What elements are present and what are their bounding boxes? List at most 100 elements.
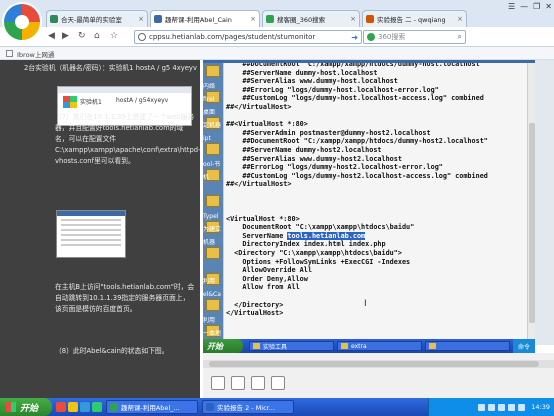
taskbar-item-label: 趣帮课-利用Abel_... bbox=[121, 404, 180, 412]
desktop-shortcut-icon[interactable] bbox=[206, 299, 220, 311]
taskbar-item-word[interactable]: 实验报告 2 - Micr... bbox=[202, 400, 294, 414]
vm-start-button[interactable]: 开始 bbox=[203, 339, 243, 353]
input-method-icon[interactable] bbox=[508, 403, 516, 411]
horizontal-scrollbar[interactable] bbox=[203, 360, 554, 368]
code-line: DirectoryIndex index.html index.php bbox=[226, 240, 386, 249]
desktop-shortcut-label: el&Ca bbox=[203, 291, 221, 298]
quicklaunch-desktop-icon[interactable] bbox=[92, 402, 102, 412]
vm-taskbar-item-tools[interactable]: 实验工具 bbox=[249, 341, 334, 351]
code-line: DocumentRoot "C:\xampp\xampp\htdocs\baid… bbox=[226, 223, 415, 232]
experiment-guide-panel: 2台实验机（机器名/密码）：实验机1 hostA / g5 4xyeyv 实验机… bbox=[0, 60, 200, 405]
tab-label: 合天-最简单的实验室 bbox=[61, 16, 122, 24]
favorite-link[interactable]: Ibrow上网通 bbox=[17, 49, 54, 59]
remote-desktop-controls bbox=[203, 353, 554, 398]
text-cursor-icon: I bbox=[364, 299, 367, 309]
browser-logo-icon[interactable] bbox=[2, 2, 42, 42]
taskbar-item-browser[interactable]: 趣帮课-利用Abel_... bbox=[106, 400, 198, 414]
address-bar[interactable]: cppsu.hetianlab.com/pages/student/stumon… bbox=[134, 30, 362, 44]
star-icon[interactable]: ☆ bbox=[110, 31, 118, 41]
security-icon[interactable] bbox=[498, 403, 506, 411]
desktop-shortcut-label: firel bbox=[203, 96, 215, 103]
favorites-bar: Ibrow上网通 bbox=[0, 47, 554, 60]
update-icon[interactable] bbox=[518, 403, 526, 411]
config-screenshot-thumbnail bbox=[56, 210, 126, 258]
home-icon[interactable]: ⌂ bbox=[94, 31, 100, 41]
remote-desktop-icon-strip: 内络 firel 桌面 定机器 ipt ool-书机 Typel 为建立 机器 利用 el&Ca 利用… bbox=[203, 63, 223, 339]
code-line: ServerName tools.hetianlab.com bbox=[226, 231, 366, 240]
remote-desktop-sidebar bbox=[535, 60, 554, 345]
start-button[interactable]: 开始 bbox=[0, 398, 52, 416]
menu-icon[interactable]: ☰ bbox=[508, 2, 515, 11]
code-line: ##ServerName dummy-host.localhost bbox=[226, 68, 378, 77]
back-arrow-icon[interactable]: ◀ bbox=[48, 31, 55, 41]
editor-scrollbar[interactable] bbox=[527, 63, 535, 339]
browser-app-icon bbox=[110, 403, 118, 411]
desktop-shortcut-icon[interactable] bbox=[206, 247, 220, 259]
keyboard-icon[interactable] bbox=[211, 376, 225, 390]
close-icon[interactable]: × bbox=[248, 15, 256, 23]
vm-taskbar: 开始 实验工具 extra 命令 bbox=[203, 339, 535, 353]
taskbar-item-label: 实验报告 2 - Micr... bbox=[217, 404, 275, 412]
quicklaunch-media-icon[interactable] bbox=[80, 402, 90, 412]
desktop-shortcut-label: 内络 bbox=[203, 83, 216, 90]
settings-icon[interactable] bbox=[271, 376, 285, 390]
close-icon[interactable]: × bbox=[455, 15, 463, 23]
tab-lab-report[interactable]: 实验报告 二 - qwqiang × bbox=[362, 10, 467, 27]
desktop-shortcut-label: ool-书 bbox=[203, 161, 221, 168]
text-editor[interactable]: ##DocumentRoot "C:/xampp/xampp/htdocs/du… bbox=[223, 63, 527, 339]
word-app-icon bbox=[206, 403, 214, 411]
selected-text[interactable]: tools.hetianlab.com bbox=[287, 231, 366, 240]
refresh-icon[interactable]: ↻ bbox=[78, 31, 86, 41]
vm-taskbar-command[interactable]: 命令 bbox=[513, 339, 535, 353]
vm-taskbar-label: extra bbox=[351, 342, 367, 350]
network-icon[interactable] bbox=[478, 403, 486, 411]
desktop-shortcut-label: 为建立 bbox=[203, 226, 222, 233]
thumbnail-credentials: hostA / g54xyeyv bbox=[116, 97, 169, 104]
vm-taskbar-label: 实验工具 bbox=[263, 343, 288, 351]
desktop-shortcut-icon[interactable] bbox=[206, 195, 220, 207]
editor-content[interactable]: ##DocumentRoot "C:/xampp/xampp/htdocs/du… bbox=[226, 63, 488, 318]
window-controls: ☰ — ❐ ✕ bbox=[508, 2, 552, 11]
code-line: ##CustomLog "logs/dummy-host.localhost-a… bbox=[226, 94, 484, 103]
fullscreen-icon[interactable] bbox=[251, 376, 265, 390]
desktop-shortcut-label: ipt bbox=[203, 135, 211, 142]
code-line: ##</VirtualHost> bbox=[226, 180, 292, 189]
thumbnail-label: 实验机1 bbox=[80, 99, 102, 106]
close-window-icon[interactable]: ✕ bbox=[545, 2, 552, 11]
search-box[interactable]: 360搜索 ⌕ bbox=[363, 30, 466, 44]
desktop-shortcut-label: 利用 bbox=[203, 278, 216, 285]
close-icon[interactable]: × bbox=[348, 15, 356, 23]
desktop-shortcut-icon[interactable] bbox=[206, 65, 220, 77]
vm-taskbar-item-extra[interactable]: extra bbox=[337, 341, 422, 351]
quicklaunch-browser-icon[interactable] bbox=[56, 402, 66, 412]
close-icon[interactable]: × bbox=[136, 15, 144, 23]
maximize-icon[interactable]: ❐ bbox=[533, 2, 540, 11]
scrollbar-thumb[interactable] bbox=[209, 361, 539, 367]
tab-hetian-lab[interactable]: 合天-最简单的实验室 × bbox=[46, 10, 148, 27]
minimize-icon[interactable]: — bbox=[520, 2, 528, 11]
search-input[interactable]: 360搜索 bbox=[378, 32, 458, 42]
system-tray: 14:39 bbox=[428, 398, 554, 416]
tab-360-search[interactable]: 搜客圈_360搜索 × bbox=[262, 10, 360, 27]
folder-icon bbox=[341, 343, 348, 349]
tab-abel-cain[interactable]: 趣帮课-利用Abel_Cain × bbox=[150, 10, 260, 27]
clock: 14:39 bbox=[531, 403, 550, 411]
tab-favicon-icon bbox=[266, 15, 274, 23]
folder-icon bbox=[253, 343, 260, 349]
code-line: AllowOverride All bbox=[226, 266, 312, 275]
clipboard-icon[interactable] bbox=[231, 376, 245, 390]
vm-taskbar-item-3[interactable] bbox=[425, 341, 510, 351]
search-icon[interactable]: ⌕ bbox=[458, 32, 465, 42]
go-arrow-icon[interactable]: ➜ bbox=[348, 33, 361, 42]
quicklaunch-folder-icon[interactable] bbox=[68, 402, 78, 412]
bookmark-icon bbox=[6, 50, 13, 57]
volume-icon[interactable] bbox=[488, 403, 496, 411]
desktop-shortcut-icon[interactable] bbox=[206, 143, 220, 155]
forward-arrow-icon[interactable]: ▶ bbox=[62, 31, 69, 41]
code-line: ##ErrorLog "logs/dummy-host.localhost-er… bbox=[226, 85, 439, 94]
desktop-shortcut-label: Typel bbox=[203, 213, 219, 220]
url-text[interactable]: cppsu.hetianlab.com/pages/student/stumon… bbox=[149, 33, 348, 41]
